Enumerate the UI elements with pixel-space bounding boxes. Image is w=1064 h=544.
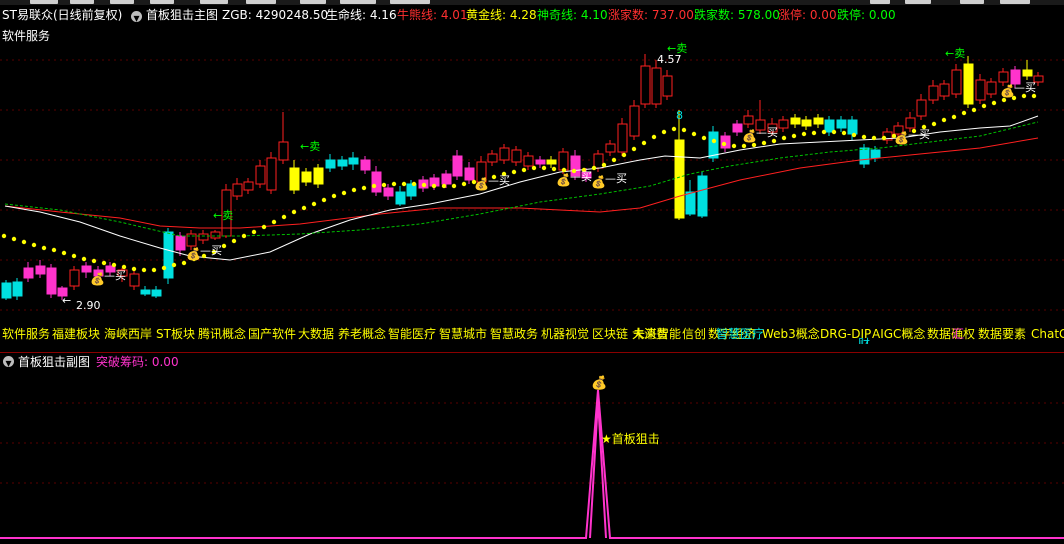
sub-chart-gridlines (0, 402, 1064, 484)
money-bag-icon: 💰 (591, 375, 607, 391)
sub-baseline (0, 389, 1064, 539)
sub-annotation: ★首板狙击 (601, 432, 660, 446)
sub-indicator-chart[interactable]: 💰 ★首板狙击 (0, 0, 1064, 544)
